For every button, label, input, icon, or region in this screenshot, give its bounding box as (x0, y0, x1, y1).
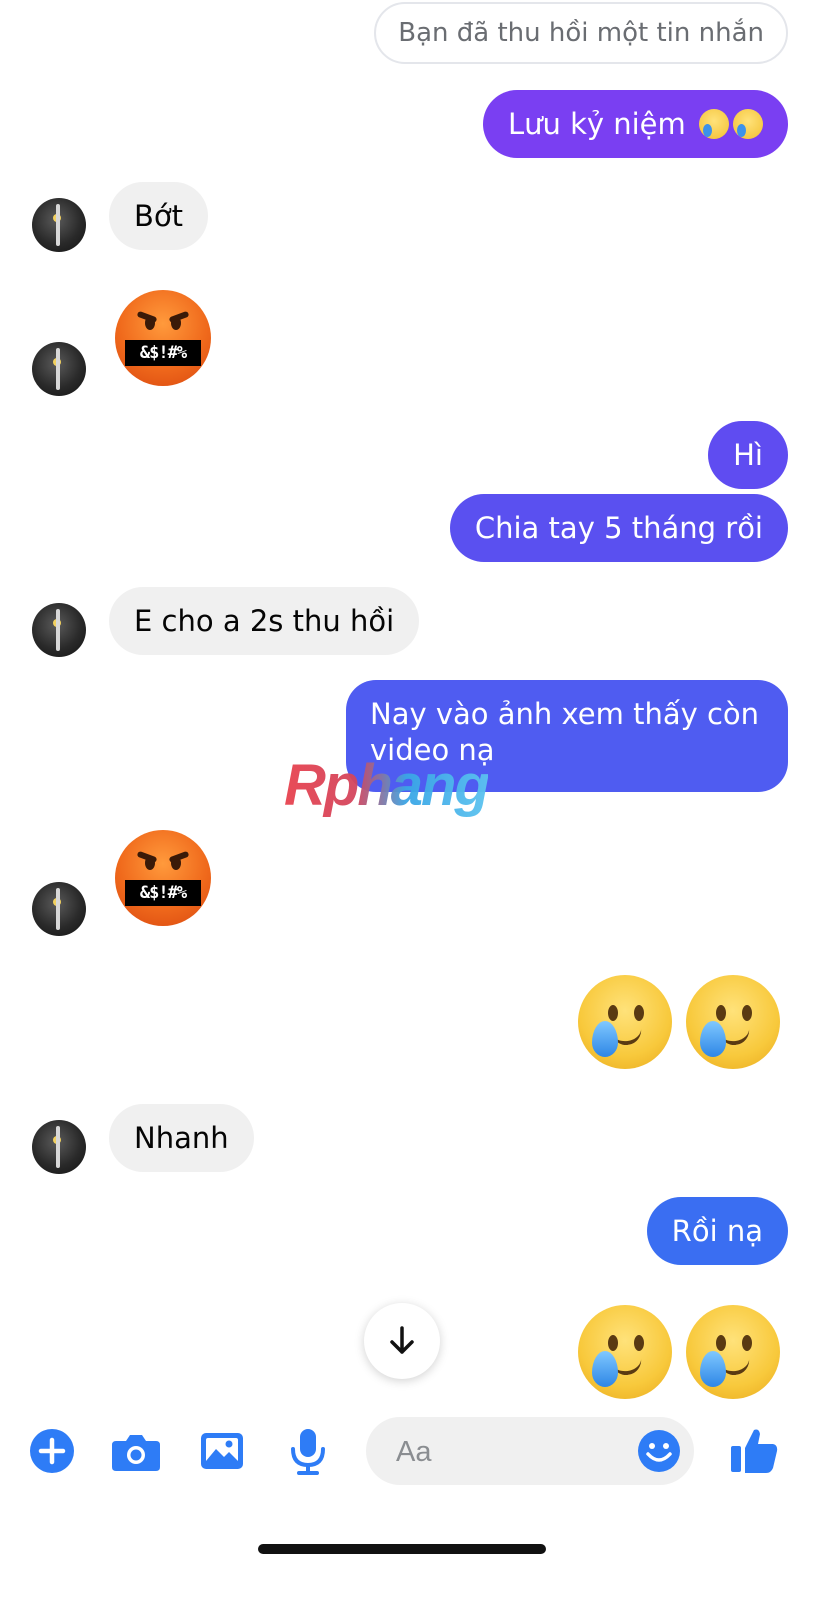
gallery-button[interactable] (198, 1427, 246, 1475)
teardrop (592, 1351, 618, 1387)
message-text-line: Nay vào ảnh xem thấy còn (370, 697, 760, 731)
cursing-symbols: &$!#% (125, 340, 201, 366)
incoming-message[interactable]: Nhanh (109, 1104, 254, 1172)
eye (145, 316, 155, 330)
message-text: Lưu kỷ niệm (507, 107, 686, 141)
eye (608, 1005, 618, 1021)
crying-smile-icon (699, 109, 729, 139)
eye (634, 1335, 644, 1351)
teardrop (592, 1021, 618, 1057)
recalled-message-notice: Bạn đã thu hồi một tin nhắn (374, 2, 788, 64)
like-button[interactable] (728, 1424, 778, 1473)
microphone-icon (291, 1429, 325, 1475)
avatar[interactable] (32, 342, 86, 396)
image-icon (201, 1433, 243, 1469)
incoming-message[interactable]: E cho a 2s thu hồi (109, 587, 420, 655)
avatar[interactable] (32, 603, 86, 657)
eye (171, 856, 181, 870)
message-text: Rồi nạ (671, 1214, 763, 1248)
like-icon (731, 1429, 778, 1473)
arrow-down-icon (390, 1326, 414, 1354)
cursing-symbols: &$!#% (125, 880, 201, 906)
avatar[interactable] (32, 882, 86, 936)
watermark-logo: Rphang (284, 753, 490, 818)
emoji-icon[interactable] (636, 1428, 682, 1474)
eye (742, 1335, 752, 1351)
eye (171, 316, 181, 330)
scroll-to-bottom-button[interactable] (364, 1303, 440, 1379)
crying-smile-emoji-icon[interactable] (578, 975, 672, 1069)
eye (634, 1005, 644, 1021)
outgoing-message[interactable]: Chia tay 5 tháng rồi (449, 494, 788, 562)
outgoing-message[interactable]: Rồi nạ (646, 1197, 788, 1265)
home-indicator[interactable] (258, 1544, 546, 1554)
message-input[interactable] (394, 1417, 638, 1487)
message-text: Bớt (134, 199, 184, 233)
outgoing-message[interactable]: Hì (708, 421, 788, 489)
message-text: Chia tay 5 tháng rồi (474, 511, 763, 545)
teardrop (700, 1021, 726, 1057)
incoming-message[interactable]: Bớt (109, 182, 209, 250)
eye (716, 1005, 726, 1021)
crying-smile-emoji-icon[interactable] (686, 1305, 780, 1399)
angry-cursing-emoji-icon[interactable]: &$!#% (115, 830, 211, 926)
angry-cursing-emoji-icon[interactable]: &$!#% (115, 290, 211, 386)
camera-button[interactable] (110, 1427, 160, 1475)
crying-smile-icon (733, 109, 763, 139)
voice-button[interactable] (284, 1427, 332, 1475)
teardrop (700, 1351, 726, 1387)
eye (742, 1005, 752, 1021)
message-composer[interactable] (366, 1417, 694, 1487)
eye (145, 856, 155, 870)
crying-smile-emoji-icon[interactable] (578, 1305, 672, 1399)
avatar[interactable] (32, 1120, 86, 1174)
plus-button[interactable] (28, 1427, 76, 1475)
avatar[interactable] (32, 198, 86, 252)
plus-icon (30, 1429, 74, 1473)
crying-smile-emoji-icon[interactable] (686, 975, 780, 1069)
message-text: Hì (733, 438, 763, 472)
message-text: Nhanh (134, 1121, 229, 1155)
camera-icon (112, 1435, 160, 1471)
eye (608, 1335, 618, 1351)
message-text: E cho a 2s thu hồi (134, 604, 395, 638)
outgoing-message[interactable]: Lưu kỷ niệm (482, 90, 788, 158)
eye (716, 1335, 726, 1351)
